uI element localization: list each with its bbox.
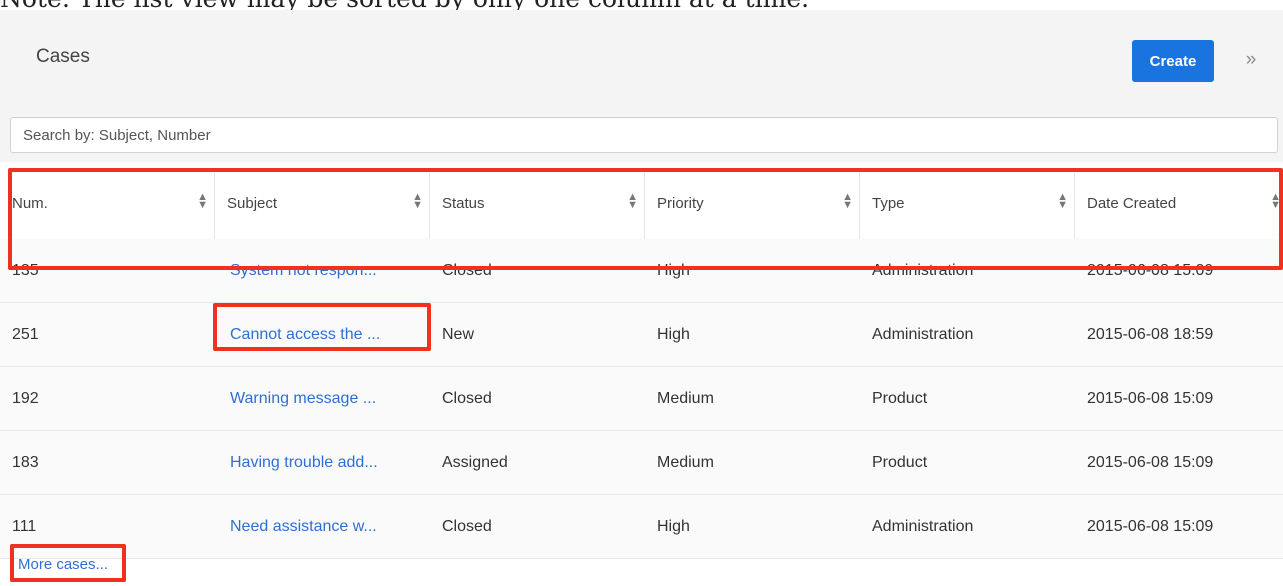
table-row: 135 System not respon... Closed High Adm… xyxy=(0,239,1283,303)
dashlet-header: Cases Create » xyxy=(0,10,1283,107)
cell-num: 111 xyxy=(12,518,37,535)
create-button[interactable]: Create xyxy=(1132,40,1214,82)
cell-date-created: 2015-06-08 15:09 xyxy=(1087,454,1214,471)
cell-status: Assigned xyxy=(442,454,508,471)
cell-priority: Medium xyxy=(657,454,714,471)
table-row: 251 Cannot access the ... New High Admin… xyxy=(0,303,1283,367)
cell-type: Product xyxy=(872,390,928,407)
column-label: Type xyxy=(872,195,905,212)
cell-subject-link[interactable]: Cannot access the ... xyxy=(230,303,380,367)
cell-date-created: 2015-06-08 15:09 xyxy=(1087,390,1214,407)
column-label: Status xyxy=(442,195,485,212)
cell-priority: High xyxy=(657,518,690,535)
cell-status: Closed xyxy=(442,390,492,407)
table-row: 111 Need assistance w... Closed High Adm… xyxy=(0,495,1283,559)
cell-status: Closed xyxy=(442,518,492,535)
table-row: 192 Warning message ... Closed Medium Pr… xyxy=(0,367,1283,431)
dashlet-title: Cases xyxy=(36,46,90,67)
cell-status: New xyxy=(442,326,475,343)
cell-date-created: 2015-06-08 15:09 xyxy=(1087,262,1214,279)
column-label: Priority xyxy=(657,195,704,212)
cell-type: Administration xyxy=(872,518,974,535)
note-text: Note: The list view may be sorted by onl… xyxy=(0,0,1283,10)
cell-num: 135 xyxy=(12,262,39,279)
more-cases-link[interactable]: More cases... xyxy=(18,556,108,573)
cell-num: 251 xyxy=(12,326,39,343)
cell-priority: High xyxy=(657,262,690,279)
sort-updown-icon[interactable]: ▲ ▼ xyxy=(412,192,423,211)
cell-status: Closed xyxy=(442,262,492,279)
search-input[interactable] xyxy=(10,117,1278,153)
cell-date-created: 2015-06-08 15:09 xyxy=(1087,518,1214,535)
cell-type: Administration xyxy=(872,326,974,343)
sort-updown-icon[interactable]: ▲ ▼ xyxy=(197,192,208,211)
column-label: Subject xyxy=(227,195,278,212)
cell-type: Product xyxy=(872,454,928,471)
cell-date-created: 2015-06-08 18:59 xyxy=(1087,326,1214,343)
cell-priority: Medium xyxy=(657,390,714,407)
cell-num: 192 xyxy=(12,390,39,407)
sort-updown-icon[interactable]: ▲ ▼ xyxy=(842,192,853,211)
column-label: Date Created xyxy=(1087,195,1177,212)
double-chevron-right-icon[interactable]: » xyxy=(1240,46,1262,74)
cell-type: Administration xyxy=(872,262,974,279)
cell-subject-link[interactable]: Having trouble add... xyxy=(230,431,378,495)
column-label: Num. xyxy=(12,195,48,212)
sort-updown-icon[interactable]: ▲ ▼ xyxy=(1057,192,1068,211)
sort-updown-icon[interactable]: ▲ ▼ xyxy=(1270,192,1281,211)
cell-subject-link[interactable]: System not respon... xyxy=(230,239,377,303)
cell-priority: High xyxy=(657,326,690,343)
cell-num: 183 xyxy=(12,454,39,471)
sort-updown-icon[interactable]: ▲ ▼ xyxy=(627,192,638,211)
table-row: 183 Having trouble add... Assigned Mediu… xyxy=(0,431,1283,495)
cell-subject-link[interactable]: Need assistance w... xyxy=(230,495,377,559)
cell-subject-link[interactable]: Warning message ... xyxy=(230,367,376,431)
search-area xyxy=(0,106,1283,162)
